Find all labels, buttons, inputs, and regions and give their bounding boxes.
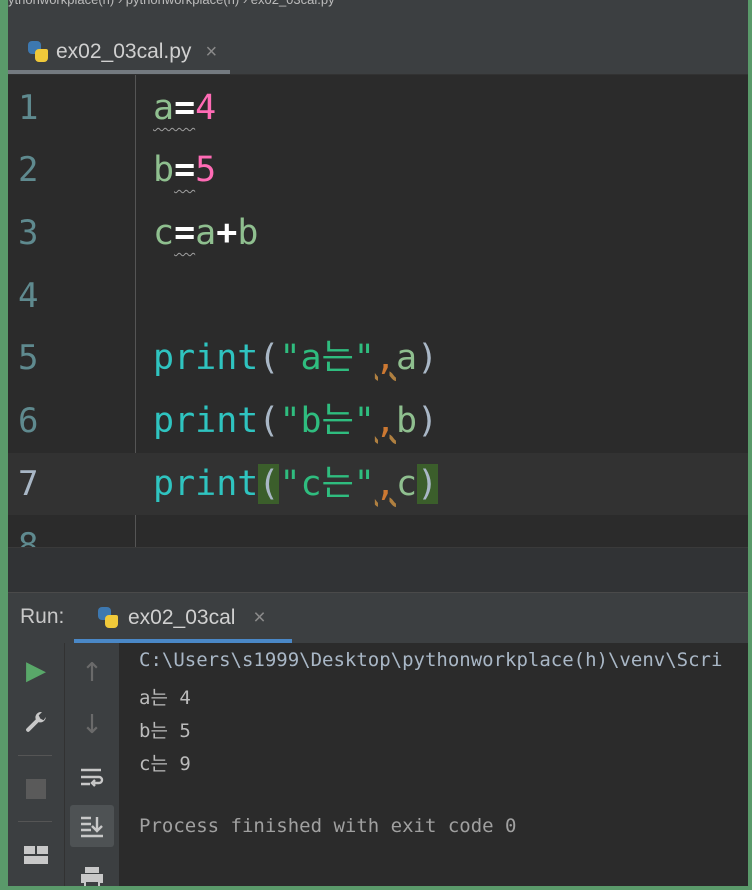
token-function: print	[153, 464, 259, 504]
token-var: c	[153, 213, 175, 253]
code-line-1[interactable]: 1 a=4	[8, 77, 748, 139]
run-tab-name: ex02_03cal	[128, 606, 236, 629]
token-op: +	[216, 213, 238, 253]
token-op: =	[174, 213, 196, 253]
token-var: c	[395, 464, 418, 504]
token-paren-matched: )	[417, 464, 439, 504]
token-number: 5	[195, 150, 217, 190]
close-tab-icon[interactable]: ×	[205, 41, 217, 64]
code-editor[interactable]: 1 a=4 2 b=5 3 c=a+b 4 5 print("a는",a) 6 …	[8, 75, 748, 547]
line-number: 6	[18, 401, 39, 441]
token-var: a	[153, 88, 175, 128]
line-number: 1	[18, 88, 39, 128]
print-icon[interactable]	[72, 857, 112, 886]
python-run-icon	[96, 606, 120, 630]
console-output-line: b는 5	[139, 720, 191, 742]
token-comma: ,	[374, 401, 396, 441]
token-paren-matched: (	[258, 464, 280, 504]
token-var: b	[237, 213, 259, 253]
console-output-line: a는 4	[139, 687, 191, 709]
token-paren: (	[258, 401, 280, 441]
code-line-5[interactable]: 5 print("a는",a)	[8, 327, 748, 389]
run-console-output[interactable]: C:\Users\s1999\Desktop\pythonworkplace(h…	[120, 643, 748, 886]
run-toolbar-right: ↑ ↓	[65, 643, 120, 886]
code-line-4[interactable]: 4	[8, 265, 748, 327]
ide-window: ythonworkplace(h) › pythonworkplace(h) ›…	[8, 0, 748, 886]
line-number: 2	[18, 150, 39, 190]
code-line-2[interactable]: 2 b=5	[8, 139, 748, 201]
run-toolbar-left: ▶	[8, 643, 65, 886]
breadcrumb: ythonworkplace(h) › pythonworkplace(h) ›…	[8, 0, 748, 8]
console-output-line: c는 9	[139, 753, 191, 775]
code-line-8[interactable]: 8	[8, 515, 748, 547]
line-number: 8	[18, 526, 39, 547]
run-tab-ex02-03cal[interactable]: ex02_03cal ×	[74, 593, 292, 643]
token-string: "b는"	[279, 401, 375, 441]
token-function: print	[153, 401, 259, 441]
token-var: a	[195, 213, 217, 253]
scroll-to-end-icon[interactable]	[70, 805, 114, 847]
line-number: 5	[18, 338, 39, 378]
token-function: print	[153, 338, 259, 378]
code-line-7-current[interactable]: 7 print("c는",c)	[8, 453, 748, 515]
line-number: 4	[18, 276, 39, 316]
tab-filename: ex02_03cal.py	[56, 40, 192, 63]
token-var: b	[395, 401, 418, 441]
python-file-icon	[26, 40, 50, 64]
token-paren: (	[258, 338, 280, 378]
console-command-line: C:\Users\s1999\Desktop\pythonworkplace(h…	[139, 649, 723, 671]
run-label: Run:	[20, 605, 65, 628]
token-number: 4	[195, 88, 217, 128]
line-number: 3	[18, 213, 39, 253]
token-var: b	[153, 150, 175, 190]
layout-icon[interactable]	[16, 835, 56, 875]
tab-ex02-03cal[interactable]: ex02_03cal.py ×	[8, 30, 230, 74]
token-op: =	[174, 88, 196, 128]
token-paren: )	[417, 401, 439, 441]
run-panel-header: Run: ex02_03cal ×	[8, 592, 748, 644]
stop-icon[interactable]	[16, 769, 56, 809]
wrench-icon[interactable]	[16, 703, 56, 743]
arrow-up-icon[interactable]: ↑	[72, 653, 112, 693]
toolbar-divider	[18, 821, 52, 822]
tab-active-indicator	[8, 70, 230, 74]
token-comma: ,	[374, 464, 396, 504]
console-exit-message: Process finished with exit code 0	[139, 815, 517, 837]
code-line-3[interactable]: 3 c=a+b	[8, 202, 748, 264]
toolbar-divider	[18, 755, 52, 756]
token-paren: )	[417, 338, 439, 378]
editor-status-strip	[8, 547, 748, 593]
token-string: "c는"	[279, 464, 375, 504]
token-op: =	[174, 150, 196, 190]
line-number: 7	[18, 464, 39, 504]
token-var: a	[395, 338, 418, 378]
token-string: "a는"	[279, 338, 375, 378]
close-run-tab-icon[interactable]: ×	[253, 606, 265, 630]
arrow-down-icon[interactable]: ↓	[72, 705, 112, 745]
code-line-6[interactable]: 6 print("b는",b)	[8, 390, 748, 452]
editor-tab-bar: ex02_03cal.py ×	[8, 8, 748, 75]
soft-wrap-icon[interactable]	[72, 757, 112, 797]
rerun-icon[interactable]: ▶	[16, 651, 56, 691]
token-comma: ,	[374, 338, 396, 378]
